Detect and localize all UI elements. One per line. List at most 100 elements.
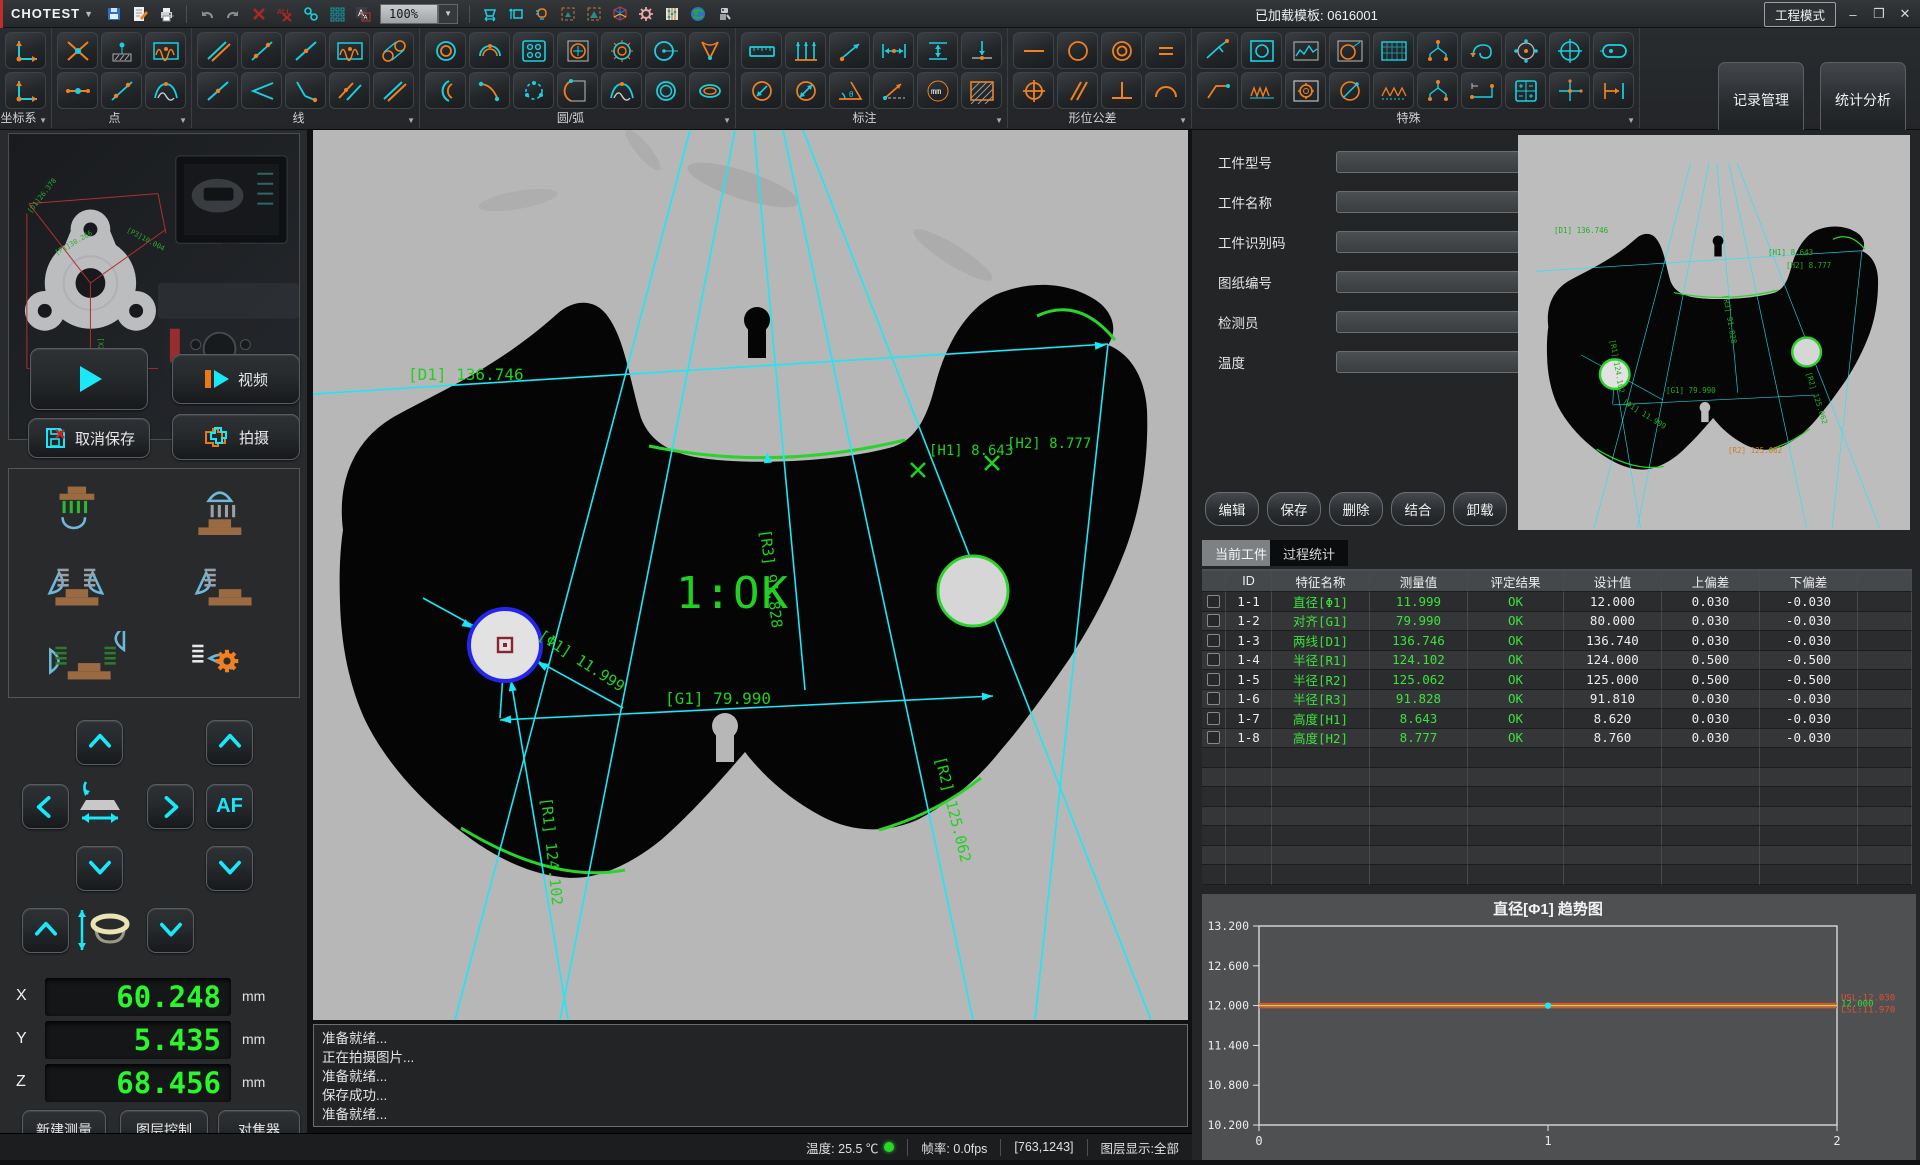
sline-icon[interactable] — [197, 72, 238, 109]
right-hole[interactable] — [938, 556, 1008, 626]
obox-icon[interactable] — [1241, 32, 1282, 69]
calcbox-icon[interactable] — [1505, 72, 1546, 109]
row-checkbox[interactable] — [1207, 692, 1220, 705]
tperp-icon[interactable] — [1101, 72, 1142, 109]
swirl-icon[interactable] — [1461, 32, 1502, 69]
arcdiag-icon[interactable] — [469, 72, 510, 109]
coaxial-light-button[interactable] — [9, 469, 154, 545]
side-light-right-button[interactable] — [154, 545, 299, 621]
video-button[interactable]: 视频 — [172, 354, 300, 404]
layer-display-status[interactable]: 图层显示:全部 — [1087, 1139, 1192, 1156]
redo-icon[interactable] — [221, 3, 245, 25]
gridbox-icon[interactable] — [1373, 32, 1414, 69]
table-empty-row[interactable] — [1202, 846, 1912, 866]
overview-thumbnail[interactable]: [D1] 136.746 [H1] 8.643 [H2] 8.777 [R3] … — [1518, 135, 1910, 530]
edit-button[interactable]: 编辑 — [1205, 492, 1259, 526]
theta-icon[interactable]: θ — [829, 72, 870, 109]
chartbox-icon[interactable] — [1285, 32, 1326, 69]
stage-size-icon[interactable] — [478, 3, 502, 25]
column-header[interactable]: 下偏差 — [1760, 571, 1858, 592]
cancel-save-button[interactable]: 取消保存 — [28, 418, 150, 458]
arctop-icon[interactable] — [469, 32, 510, 69]
group-dropdown-icon[interactable]: ▼ — [1179, 116, 1187, 125]
message-log[interactable]: 准备就绪...正在拍摄图片...准备就绪...保存成功...准备就绪... — [313, 1024, 1188, 1127]
pill-icon[interactable] — [1593, 32, 1634, 69]
tcirc-icon[interactable] — [1057, 32, 1098, 69]
diagpts-icon[interactable] — [241, 32, 282, 69]
focus-down-button[interactable] — [206, 846, 253, 891]
dimdown-icon[interactable] — [961, 32, 1002, 69]
dimv-icon[interactable] — [917, 32, 958, 69]
circdiag2-icon[interactable] — [1329, 72, 1370, 109]
backlight-button[interactable] — [154, 469, 299, 545]
axis-icon[interactable] — [5, 32, 46, 69]
dline-icon[interactable] — [197, 32, 238, 69]
table-empty-row[interactable] — [1202, 787, 1912, 807]
table-row[interactable]: 1-3两线[D1]136.746OK136.7400.030-0.030 — [1202, 631, 1912, 651]
form-input[interactable] — [1336, 351, 1520, 373]
zoom-dropdown-icon[interactable]: ▼ — [438, 4, 458, 24]
stage-down-button[interactable] — [76, 846, 123, 891]
trend-data-point[interactable] — [1545, 1002, 1551, 1008]
circdl-icon[interactable] — [741, 72, 782, 109]
zoom-select[interactable]: 100%▼ — [380, 4, 458, 24]
table-empty-row[interactable] — [1202, 748, 1912, 768]
form-input[interactable] — [1336, 151, 1520, 173]
print-icon[interactable] — [154, 3, 178, 25]
focus-up-button[interactable] — [206, 720, 253, 765]
group-dropdown-icon[interactable]: ▼ — [1627, 116, 1635, 125]
targdots-icon[interactable] — [1505, 32, 1546, 69]
ruler-icon[interactable] — [741, 32, 782, 69]
tpos-icon[interactable] — [1013, 72, 1054, 109]
delete-icon[interactable] — [247, 3, 271, 25]
table-empty-row[interactable] — [1202, 768, 1912, 788]
table-row[interactable]: 1-1直径[Φ1]11.999OK12.0000.030-0.030 — [1202, 592, 1912, 612]
app-menu-caret-icon[interactable]: ▼ — [84, 9, 93, 19]
mark-tool-icon[interactable] — [556, 3, 580, 25]
delete-button[interactable]: 删除 — [1329, 492, 1383, 526]
aaa-icon[interactable] — [1373, 72, 1414, 109]
row-checkbox[interactable] — [1207, 731, 1220, 744]
dome-icon[interactable] — [601, 72, 642, 109]
tarc-icon[interactable] — [1145, 72, 1186, 109]
table-row[interactable]: 1-8高度[H2]8.777OK8.7600.030-0.030 — [1202, 729, 1912, 749]
undo-icon[interactable] — [195, 3, 219, 25]
table-row[interactable]: 1-6半径[R3]91.828OK91.8100.030-0.030 — [1202, 690, 1912, 710]
wavebox-icon[interactable] — [145, 32, 186, 69]
light-settings-button[interactable] — [154, 621, 299, 697]
measurement-view[interactable]: [D1] 136.746 [H1] 8.643 [H2] 8.777 1:OK … — [313, 130, 1188, 1020]
group-dropdown-icon[interactable]: ▼ — [179, 116, 187, 125]
tab-process-statistics[interactable]: 过程统计 — [1270, 540, 1348, 566]
minimize-button[interactable]: – — [1844, 7, 1862, 22]
ibeamarrow-icon[interactable] — [1593, 72, 1634, 109]
row-checkbox[interactable] — [1207, 653, 1220, 666]
save-button[interactable]: 保存 — [1267, 492, 1321, 526]
grid-dots-icon[interactable] — [325, 3, 349, 25]
lamp-adjust-icon[interactable] — [530, 3, 554, 25]
font-style-icon[interactable]: AA — [351, 3, 375, 25]
dome-icon[interactable] — [145, 72, 186, 109]
spring-icon[interactable] — [1241, 72, 1282, 109]
poscirc-icon[interactable] — [1549, 32, 1590, 69]
group-dropdown-icon[interactable]: ▼ — [995, 116, 1003, 125]
vcone-icon[interactable] — [689, 32, 730, 69]
column-header[interactable]: 评定结果 — [1468, 571, 1564, 592]
circ2line-icon[interactable] — [373, 32, 414, 69]
perpline-icon[interactable] — [285, 72, 326, 109]
group-dropdown-icon[interactable]: ▼ — [407, 116, 415, 125]
delete-all-icon[interactable]: ALL — [273, 3, 297, 25]
gearbox-icon[interactable] — [1285, 72, 1326, 109]
tconc-icon[interactable] — [1101, 32, 1142, 69]
statistical-analysis-button[interactable]: 统计分析 — [1820, 62, 1906, 138]
abacus-icon[interactable] — [660, 3, 684, 25]
crossdots-icon[interactable] — [1549, 72, 1590, 109]
autofocus-button[interactable]: AF — [206, 784, 253, 829]
angleopen-icon[interactable] — [241, 72, 282, 109]
arcleft-icon[interactable] — [425, 72, 466, 109]
globe-icon[interactable] — [686, 3, 710, 25]
tline-icon[interactable] — [1013, 32, 1054, 69]
edit-document-icon[interactable] — [128, 3, 152, 25]
stage-up-button[interactable] — [76, 720, 123, 765]
dline-icon[interactable] — [373, 72, 414, 109]
tpar2-icon[interactable] — [1145, 32, 1186, 69]
